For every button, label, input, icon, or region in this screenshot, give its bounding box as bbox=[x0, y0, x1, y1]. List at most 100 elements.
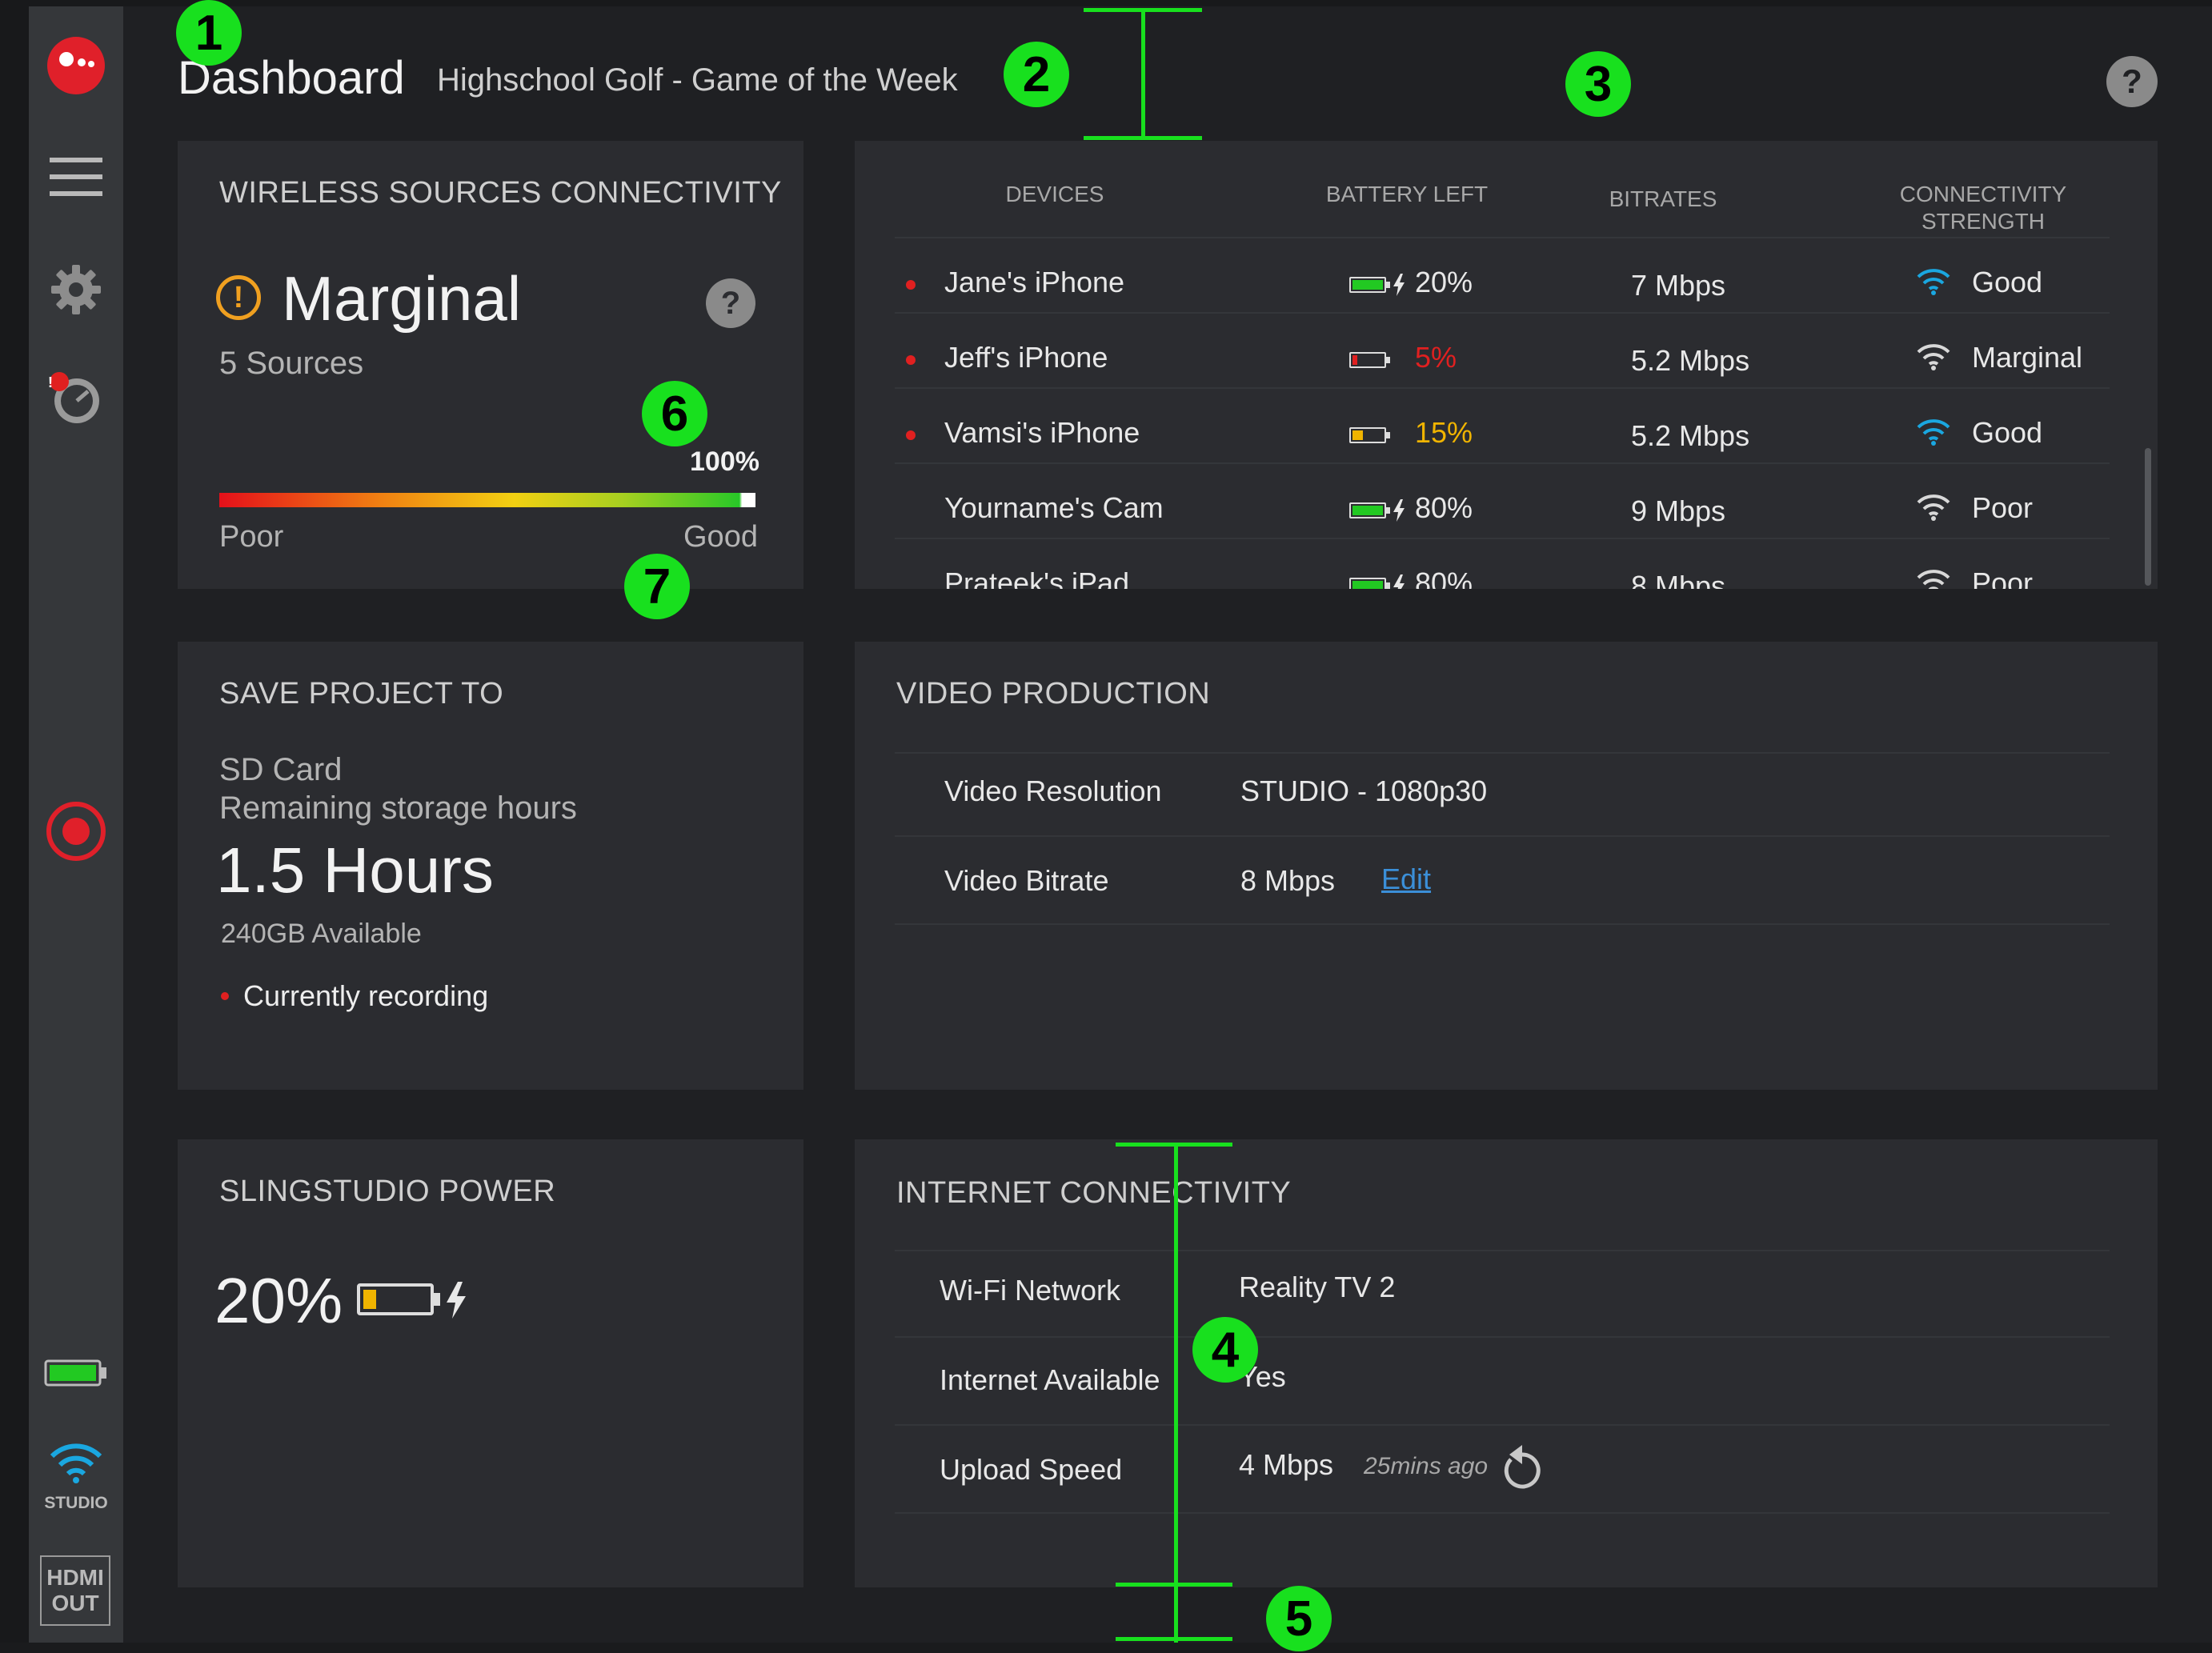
divider bbox=[895, 237, 2110, 238]
connectivity-strength: Good bbox=[1972, 416, 2043, 449]
connectivity-strength: Poor bbox=[1972, 491, 2034, 524]
wireless-help-button[interactable]: ? bbox=[706, 278, 755, 328]
device-row[interactable]: Jane's iPhone 20% 7 Mbps Good bbox=[855, 245, 2135, 320]
battery-fill bbox=[1352, 506, 1383, 515]
charging-bolt-icon bbox=[1393, 274, 1405, 296]
battery-icon bbox=[1349, 578, 1390, 589]
gauge-icon[interactable]: ! bbox=[29, 366, 123, 430]
devices-scrollbar[interactable] bbox=[2145, 448, 2151, 586]
battery-percent: 80% bbox=[1415, 491, 1473, 524]
live-indicator-dot bbox=[906, 280, 916, 290]
wifi-icon[interactable] bbox=[29, 1439, 123, 1487]
charging-bolt-icon bbox=[1393, 499, 1405, 522]
divider bbox=[895, 923, 2110, 925]
battery-fill bbox=[1352, 581, 1383, 589]
battery-icon bbox=[1349, 277, 1390, 293]
divider bbox=[895, 1336, 2110, 1338]
device-row[interactable]: Jeff's iPhone 5% 5.2 Mbps Marginal bbox=[855, 320, 2135, 395]
wifi-label: STUDIO bbox=[44, 1494, 108, 1512]
wireless-status: Marginal bbox=[282, 263, 522, 334]
annotation-marker-1: 1 bbox=[176, 0, 242, 66]
devices-header: DEVICES bbox=[1005, 182, 1104, 206]
annotation-line bbox=[1084, 8, 1202, 12]
help-label: ? bbox=[2122, 62, 2142, 100]
battery-percent: 20% bbox=[1415, 266, 1473, 298]
menu-icon[interactable] bbox=[29, 149, 123, 205]
power-panel: SLINGSTUDIO POWER 20% bbox=[178, 1139, 803, 1587]
annotation-line bbox=[1084, 136, 1202, 140]
help-button[interactable]: ? bbox=[2106, 56, 2158, 107]
internet-connectivity-panel: INTERNET CONNECTIVITY Wi-Fi Network Real… bbox=[855, 1139, 2158, 1587]
edit-bitrate-link[interactable]: Edit bbox=[1381, 863, 1431, 896]
battery-header: BATTERY LEFT bbox=[1325, 182, 1489, 206]
video-resolution-label: Video Resolution bbox=[944, 774, 1162, 807]
device-row[interactable]: Yourname's Cam 80% 9 Mbps Poor bbox=[855, 470, 2135, 546]
annotation-marker-5: 5 bbox=[1266, 1586, 1332, 1651]
annotation-marker-7: 7 bbox=[624, 554, 690, 619]
device-row[interactable]: Prateek's iPad 80% 8 Mbps Poor bbox=[855, 546, 2135, 589]
annotation-line bbox=[1174, 1144, 1178, 1643]
wifi-strength-icon bbox=[1916, 493, 1951, 526]
power-value: 20% bbox=[214, 1265, 343, 1336]
divider bbox=[895, 1512, 2110, 1514]
video-bitrate-label: Video Bitrate bbox=[944, 864, 1109, 897]
device-name: Vamsi's iPhone bbox=[944, 416, 1140, 449]
power-battery-fill bbox=[363, 1290, 376, 1309]
device-name: Prateek's iPad bbox=[944, 566, 1129, 589]
device-bitrate: 9 Mbps bbox=[1631, 494, 1726, 527]
wireless-help-label: ? bbox=[720, 286, 741, 321]
gear-icon[interactable] bbox=[29, 259, 123, 320]
scale-high-label: Good bbox=[683, 520, 758, 554]
annotation-marker-4: 4 bbox=[1192, 1317, 1258, 1383]
wifi-strength-icon bbox=[1916, 418, 1951, 450]
divider bbox=[895, 538, 2110, 539]
hdmi-out-button[interactable]: HDMI OUT bbox=[40, 1555, 110, 1626]
charging-bolt-icon bbox=[447, 1282, 466, 1319]
connectivity-scale-bar bbox=[219, 493, 755, 507]
upload-speed-label: Upload Speed bbox=[940, 1453, 1123, 1486]
power-title: SLINGSTUDIO POWER bbox=[219, 1175, 556, 1208]
battery-percent: 15% bbox=[1415, 416, 1473, 449]
storage-location: SD Card bbox=[219, 752, 343, 787]
battery-icon bbox=[1349, 427, 1390, 443]
battery-fill bbox=[1352, 430, 1363, 440]
divider bbox=[895, 752, 2110, 754]
annotation-line bbox=[1116, 1143, 1232, 1147]
wifi-strength-icon bbox=[1916, 267, 1951, 300]
battery-fill bbox=[1352, 355, 1357, 365]
device-name: Yourname's Cam bbox=[944, 491, 1164, 524]
annotation-line bbox=[1116, 1583, 1232, 1587]
divider bbox=[895, 462, 2110, 464]
device-bitrate: 8 Mbps bbox=[1631, 570, 1726, 589]
battery-cap bbox=[434, 1293, 440, 1306]
connectivity-strength: Poor bbox=[1972, 566, 2034, 589]
device-name: Jane's iPhone bbox=[944, 266, 1125, 298]
live-indicator-dot bbox=[906, 355, 916, 365]
logo-icon[interactable] bbox=[29, 34, 123, 98]
divider bbox=[895, 312, 2110, 314]
sidebar: ! STUDIO HDMI OUT bbox=[29, 6, 123, 1643]
wireless-title: WIRELESS SOURCES CONNECTIVITY bbox=[219, 176, 782, 210]
battery-fill bbox=[1352, 280, 1383, 290]
hdmi-label: HDMI bbox=[46, 1565, 104, 1590]
record-icon[interactable] bbox=[29, 798, 123, 864]
annotation-line bbox=[1141, 8, 1145, 139]
internet-available-label: Internet Available bbox=[940, 1363, 1160, 1396]
wifi-network-value: Reality TV 2 bbox=[1239, 1271, 1396, 1303]
source-count: 5 Sources bbox=[219, 346, 364, 381]
refresh-icon[interactable] bbox=[1500, 1440, 1545, 1490]
internet-title: INTERNET CONNECTIVITY bbox=[896, 1176, 1292, 1210]
divider bbox=[895, 835, 2110, 837]
device-row[interactable]: Vamsi's iPhone 15% 5.2 Mbps Good bbox=[855, 395, 2135, 470]
device-bitrate: 5.2 Mbps bbox=[1631, 344, 1750, 377]
wifi-strength-icon bbox=[1916, 568, 1951, 589]
charging-bolt-icon bbox=[1393, 574, 1405, 589]
annotation-line bbox=[1116, 1637, 1232, 1641]
upload-speed-value: 4 Mbps bbox=[1239, 1448, 1334, 1481]
battery-icon bbox=[1349, 502, 1390, 518]
video-production-panel: VIDEO PRODUCTION Video Resolution STUDIO… bbox=[855, 642, 2158, 1090]
annotation-marker-6: 6 bbox=[642, 381, 707, 446]
video-production-title: VIDEO PRODUCTION bbox=[896, 677, 1211, 710]
device-name: Jeff's iPhone bbox=[944, 341, 1108, 374]
annotation-marker-3: 3 bbox=[1565, 51, 1631, 117]
